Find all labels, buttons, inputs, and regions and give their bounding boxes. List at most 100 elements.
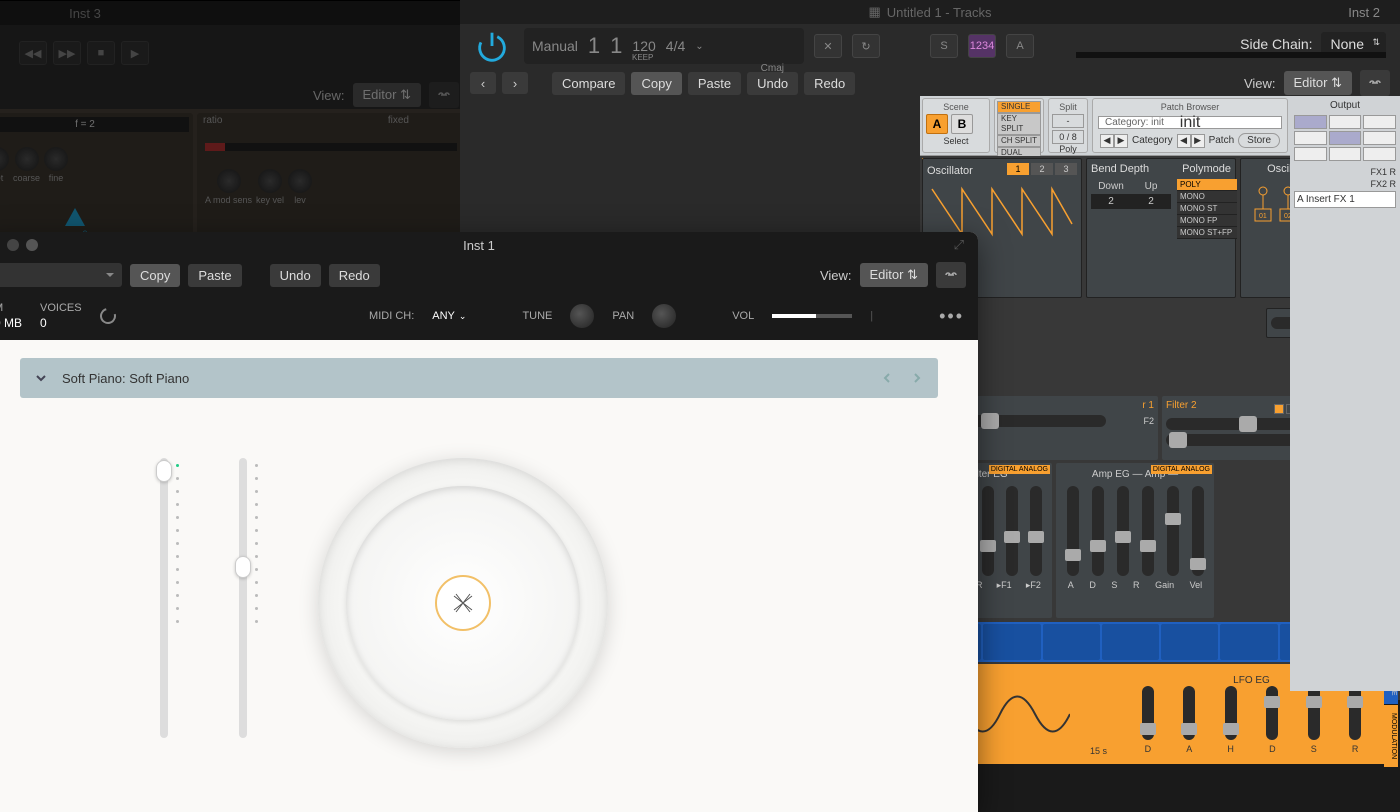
freq-display: f = 2	[0, 117, 189, 132]
vol-slider[interactable]	[772, 314, 852, 318]
feg-f1[interactable]	[1006, 486, 1018, 576]
fm-operator-2[interactable]: ratio fixed A mod sens key vel lev	[197, 113, 465, 243]
preset-name: Soft Piano: Soft Piano	[62, 371, 189, 386]
preset-next-icon[interactable]	[910, 371, 924, 385]
paste-button[interactable]: Paste	[188, 264, 241, 287]
copy-button[interactable]: Copy	[130, 264, 180, 287]
feg-f2[interactable]	[1030, 486, 1042, 576]
inst3-titlebar[interactable]: Inst 3	[0, 1, 469, 25]
link-icon[interactable]	[429, 82, 459, 108]
poly-monost[interactable]: MONO ST	[1177, 203, 1237, 215]
bend-up[interactable]: 2	[1131, 194, 1171, 209]
midi-ch-label: MIDI CH:	[369, 310, 414, 322]
poly-poly[interactable]: POLY	[1177, 179, 1237, 191]
undo-button[interactable]: Undo	[270, 264, 321, 287]
tune-knob[interactable]	[570, 304, 594, 328]
amp-eg-panel: DIGITAL ANALOG Amp EG — Amp — AD SR Gain…	[1056, 463, 1214, 618]
slider-2-ticks	[255, 464, 258, 738]
play-icon[interactable]: ▶	[121, 41, 149, 65]
lfo-d2[interactable]	[1266, 686, 1278, 740]
preset-prev-icon[interactable]	[880, 371, 894, 385]
fm-operator-mid[interactable]: f = 2 det coarse fine 0	[0, 113, 193, 243]
aeg-r[interactable]	[1142, 486, 1154, 576]
scene-a-button[interactable]: A	[926, 114, 948, 134]
maximize-icon[interactable]: ⤢	[954, 237, 964, 253]
poly-value[interactable]: 0 / 8	[1052, 130, 1084, 144]
patch-name-field[interactable]: Category: init init	[1098, 116, 1282, 129]
scene-b-button[interactable]: B	[951, 114, 973, 134]
view-label: View:	[1244, 76, 1276, 91]
undo-button[interactable]: Undo	[747, 72, 798, 95]
chevron-down-icon[interactable]	[34, 371, 48, 385]
lfo-h[interactable]	[1225, 686, 1237, 740]
aeg-gain[interactable]	[1167, 486, 1179, 576]
x-icon[interactable]: ✕	[814, 34, 842, 58]
mode-keysplit[interactable]: KEY SPLIT	[997, 113, 1041, 135]
power-button[interactable]	[470, 24, 514, 68]
link-icon[interactable]	[1360, 70, 1390, 96]
lfo-r[interactable]	[1349, 686, 1361, 740]
slider-1[interactable]	[160, 458, 168, 738]
preset-dropdown[interactable]	[0, 263, 122, 287]
link-icon[interactable]	[936, 262, 966, 288]
feg-r[interactable]	[982, 486, 994, 576]
patch-nav[interactable]: ◀▶	[1177, 134, 1205, 148]
tab-modulation[interactable]: MODULATION	[1384, 705, 1398, 767]
inst2-title: Inst 2	[1348, 5, 1380, 20]
insert-fx-slot[interactable]: A Insert FX 1	[1294, 191, 1396, 208]
poly-monostfp[interactable]: MONO ST+FP	[1177, 227, 1237, 239]
a-icon[interactable]: A	[1006, 34, 1034, 58]
view-selector[interactable]: Editor ⇅	[860, 263, 928, 287]
more-menu-icon[interactable]: •••	[939, 306, 964, 327]
stop-icon[interactable]: ■	[87, 41, 115, 65]
category-nav[interactable]: ◀▶	[1100, 134, 1128, 148]
copy-button[interactable]: Copy	[631, 72, 681, 95]
prev-button[interactable]: ‹	[470, 72, 496, 94]
redo-button[interactable]: Redo	[804, 72, 855, 95]
lfo-a[interactable]	[1183, 686, 1195, 740]
inst1-window: Inst 1 ⤢ Copy Paste Undo Redo View: Edit…	[0, 232, 978, 812]
aeg-d[interactable]	[1092, 486, 1104, 576]
aeg-s[interactable]	[1117, 486, 1129, 576]
forward-icon[interactable]: ▶▶	[53, 41, 81, 65]
midi-ch-selector[interactable]: ANY ⌄	[432, 310, 466, 322]
view-selector[interactable]: Editor ⇅	[353, 83, 421, 107]
bend-down[interactable]: 2	[1091, 194, 1131, 209]
refresh-icon[interactable]	[97, 305, 119, 327]
inst1-title: Inst 1	[463, 238, 495, 253]
redo-button[interactable]: Redo	[329, 264, 380, 287]
vol-label: VOL	[732, 310, 754, 322]
loop-icon[interactable]: ↻	[852, 34, 880, 58]
poly-mono[interactable]: MONO	[1177, 191, 1237, 203]
rewind-icon[interactable]: ◀◀	[19, 41, 47, 65]
svg-text:01: 01	[1259, 213, 1267, 220]
preset-bar[interactable]: Soft Piano: Soft Piano	[20, 358, 938, 398]
mode-chsplit[interactable]: CH SPLIT	[997, 135, 1041, 147]
inst2-titlebar[interactable]: ▦ Untitled 1 - Tracks Inst 2	[460, 0, 1400, 24]
lcd-display[interactable]: Manual 1 1 120 4/4 ⌄ KEEP Cmaj	[524, 28, 804, 64]
compare-button[interactable]: Compare	[552, 72, 625, 95]
next-button[interactable]: ›	[502, 72, 528, 94]
aeg-a[interactable]	[1067, 486, 1079, 576]
poly-monofp[interactable]: MONO FP	[1177, 215, 1237, 227]
view-selector[interactable]: Editor ⇅	[1284, 71, 1352, 95]
fx-routing-grid[interactable]	[1294, 115, 1396, 161]
inst1-titlebar[interactable]: Inst 1 ⤢	[0, 232, 978, 258]
beat-display[interactable]: 1234	[968, 34, 996, 58]
store-button[interactable]: Store	[1238, 133, 1280, 148]
split-value[interactable]: -	[1052, 114, 1084, 128]
inst3-title: Inst 3	[69, 6, 101, 21]
slider-2[interactable]	[239, 458, 247, 738]
osc-tab-1[interactable]: 1	[1007, 163, 1029, 175]
osc-tab-2[interactable]: 2	[1031, 163, 1053, 175]
lfo-d[interactable]	[1142, 686, 1154, 740]
lfo-s[interactable]	[1308, 686, 1320, 740]
paste-button[interactable]: Paste	[688, 72, 741, 95]
mode-single[interactable]: SINGLE	[997, 101, 1041, 113]
patch-browser: Patch Browser Category: init init ◀▶ Cat…	[1092, 98, 1288, 153]
osc-tab-3[interactable]: 3	[1055, 163, 1077, 175]
main-dial[interactable]	[318, 458, 608, 748]
aeg-vel[interactable]	[1192, 486, 1204, 576]
s-icon[interactable]: S	[930, 34, 958, 58]
pan-knob[interactable]	[652, 304, 676, 328]
